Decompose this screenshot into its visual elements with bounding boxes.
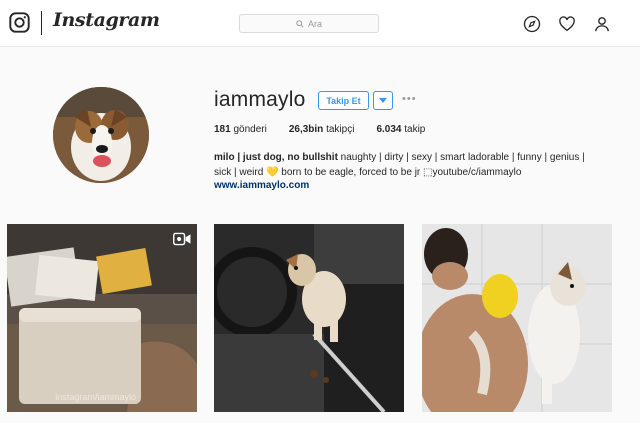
post-watermark: Instagram/iammaylo: [55, 392, 137, 402]
compass-icon[interactable]: [523, 15, 541, 33]
posts-count: 181: [214, 124, 231, 135]
post-thumbnail-3[interactable]: [422, 224, 612, 412]
chevron-down-icon: [379, 97, 387, 103]
search-placeholder: Ara: [307, 18, 322, 29]
post-image-1: [7, 224, 197, 412]
posts-label: gönderi: [233, 124, 267, 135]
post-image-2: [214, 224, 404, 412]
bio-name: milo | just dog, no bullshit: [214, 152, 338, 163]
post-thumbnail-1[interactable]: Instagram/iammaylo: [7, 224, 197, 412]
follow-button[interactable]: Takip Et: [318, 91, 369, 110]
video-icon: [173, 232, 191, 246]
suggested-dropdown-button[interactable]: [373, 91, 393, 110]
followers-count: 26,3bin: [288, 124, 324, 135]
profile-username: iammaylo: [214, 88, 306, 111]
top-navigation-bar: Instagram Ara: [0, 0, 640, 47]
following-label: takip: [404, 124, 426, 135]
post-thumbnail-2[interactable]: [214, 224, 404, 412]
profile-avatar[interactable]: [53, 87, 149, 183]
profile-bio: milo | just dog, no bullshit naughty | d…: [214, 150, 614, 180]
profile-stats: 181 gönderi 26,3bin takipçi 6.034 takip: [214, 124, 447, 135]
logo-divider: [41, 11, 42, 35]
search-icon: [296, 19, 304, 28]
post-image-3: [422, 224, 612, 412]
bio-line-1-rest: naughty | dirty | sexy | smart ladorable…: [337, 152, 585, 163]
instagram-wordmark[interactable]: Instagram: [53, 9, 160, 31]
posts-stat: 181 gönderi: [214, 124, 267, 135]
profile-icon[interactable]: [593, 15, 611, 33]
followers-label: takipçi: [326, 124, 355, 135]
more-options-button[interactable]: •••: [402, 93, 417, 105]
followers-stat[interactable]: 26,3bin takipçi: [289, 124, 355, 135]
bio-line-2: sick | weird 💛 born to be eagle, forced …: [214, 167, 522, 178]
profile-website-link[interactable]: www.iammaylo.com: [214, 180, 309, 191]
following-count: 6.034: [376, 124, 402, 135]
search-input[interactable]: Ara: [239, 14, 379, 33]
following-stat[interactable]: 6.034 takip: [376, 124, 425, 135]
bio-line-1: milo | just dog, no bullshit naughty | d…: [214, 150, 614, 165]
heart-icon[interactable]: [558, 15, 576, 33]
instagram-camera-icon[interactable]: [9, 12, 30, 33]
